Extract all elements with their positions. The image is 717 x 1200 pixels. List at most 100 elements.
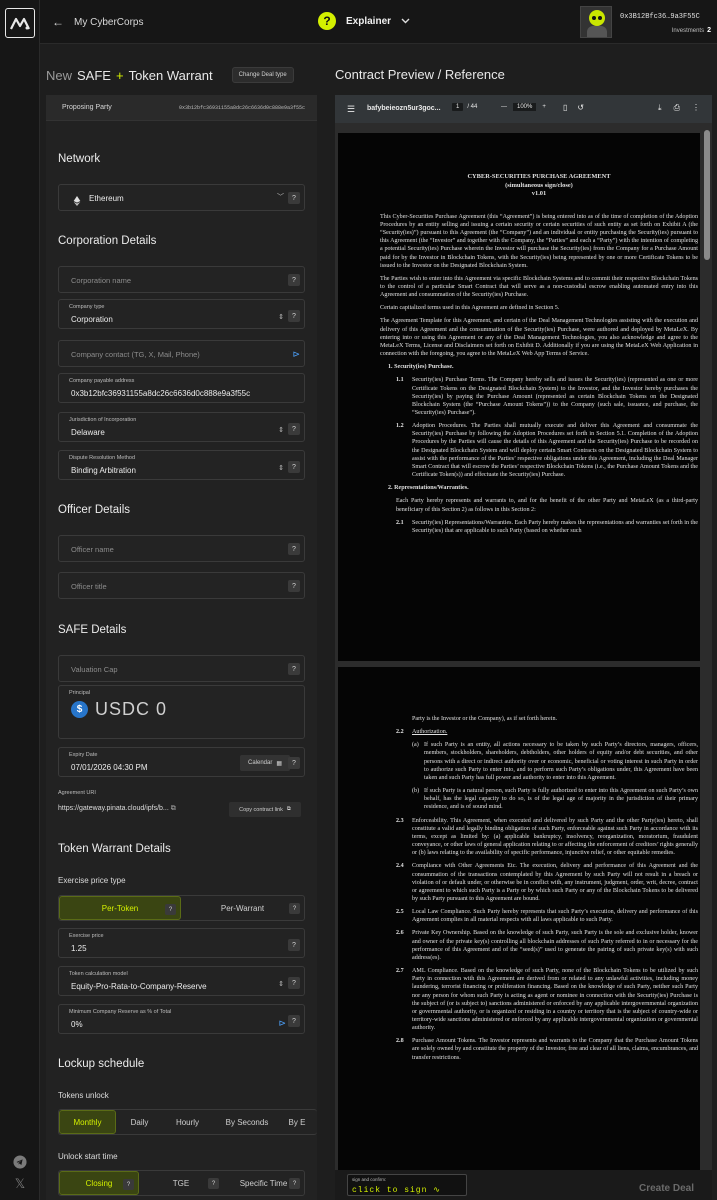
exercise-price-input[interactable]: Exercise price 1.25 ? [58,928,305,958]
account-address: 0x3B12Bfc36…9a3F55C [620,13,700,21]
unlock-start-time-label: Unlock start time [58,1152,118,1161]
zoom-out-icon[interactable]: — [501,104,507,110]
pdf-page-1: CYBER-SECURITIES PURCHASE AGREEMENT (sim… [338,133,700,661]
back-to-my-cybercorps[interactable]: ← My CyberCorps [52,15,143,29]
toggle-handle-icon[interactable]: ⊳ [292,349,300,360]
dispute-resolution-select[interactable]: Dispute Resolution Method Binding Arbitr… [58,450,305,480]
print-icon[interactable]: ⎙ [674,103,680,113]
network-title: Network [58,153,101,165]
help-icon[interactable]: ? [289,903,300,914]
help-icon[interactable]: ? [288,461,300,473]
page-indicator: 1 / 44 [452,103,477,111]
usdc-icon: $ [71,701,88,718]
corporation-details-title: Corporation Details [58,235,157,247]
avatar[interactable] [580,6,612,38]
external-link-icon[interactable]: ⧉ [171,805,176,812]
help-icon[interactable]: ? [123,1179,134,1190]
calendar-button[interactable]: Calendar ▦ [240,755,290,771]
doc-version: v1.01 [531,190,547,198]
officer-title-input[interactable]: Officer title ? [58,572,305,599]
doc-clause: 2.6 Private Key Ownership. Based on the k… [396,930,698,961]
x-twitter-icon[interactable]: 𝕏 [12,1176,28,1192]
valuation-cap-input[interactable]: Valuation Cap ? [58,655,305,682]
doc-clause: 2.3 Enforceability. This Agreement, when … [396,817,698,857]
start-tge-option[interactable]: TGE ? [139,1171,223,1195]
per-warrant-option[interactable]: Per-Warrant ? [181,896,304,920]
question-mark-icon: ? [318,12,336,30]
help-icon[interactable]: ? [288,977,300,989]
doc-title: CYBER-SECURITIES PURCHASE AGREEMENT [467,173,611,180]
help-icon[interactable]: ? [288,939,300,951]
help-icon[interactable]: ? [288,274,300,286]
new-label: New [46,67,73,83]
more-options-icon[interactable]: ⋮ [692,103,700,113]
help-icon[interactable]: ? [208,1178,219,1189]
proposing-party-row: Proposing Party 0x3b12bfc36931155a8dc26c… [46,95,317,121]
unlock-by-e-option[interactable]: By E [282,1110,312,1134]
safe-label: SAFE [77,67,111,83]
unlock-by-seconds-option[interactable]: By Seconds [212,1110,282,1134]
rotate-icon[interactable]: ↺ [577,103,584,112]
unlock-daily-option[interactable]: Daily [116,1110,163,1134]
help-icon[interactable]: ? [288,310,300,322]
start-specific-time-option[interactable]: Specific Time ? [223,1171,304,1195]
investments-count[interactable]: Investments 2 [672,27,711,34]
help-icon[interactable]: ? [288,757,300,769]
token-calculation-model-select[interactable]: Token calculation model Equity-Pro-Rata-… [58,966,305,996]
download-icon[interactable]: ⤓ [658,103,662,113]
doc-clause: 2.4 Compliance with Other Agreements Etc.… [396,863,698,902]
copy-contract-link-button[interactable]: Copy contract link ⧉ [229,802,301,817]
jurisdiction-select[interactable]: Jurisdiction of Incorporation Delaware ⇕… [58,412,305,442]
explainer-dropdown[interactable]: ? Explainer [318,12,410,30]
company-type-value: Corporation [71,315,113,324]
help-icon[interactable]: ? [288,192,300,204]
expiry-date-input[interactable]: Expiry Date 07/01/2026 04:30 PM Calendar… [58,747,305,777]
officer-name-input[interactable]: Officer name ? [58,535,305,562]
updown-arrows-icon: ⇕ [278,981,284,988]
start-closing-option[interactable]: Closing ? [59,1171,139,1195]
doc-clause: 2.2 Authorization. [396,729,448,736]
zoom-level[interactable]: 100% [513,103,537,111]
unlock-monthly-option[interactable]: Monthly [59,1110,116,1134]
minimum-company-reserve-input[interactable]: Minimum Company Reserve as % of Total 0%… [58,1004,305,1034]
sign-and-confirm-field[interactable]: sign and confirm: click to sign ∿ [347,1174,467,1196]
account-menu[interactable]: 0x3B12Bfc36…9a3F55C Investments 2 [580,6,711,38]
zoom-in-icon[interactable]: + [542,104,546,110]
pdf-page-2: Party is the Investor or the Company), a… [338,667,700,1200]
network-select[interactable]: Ethereum ﹀ ? [58,184,305,211]
help-icon[interactable]: ? [288,543,300,555]
company-type-select[interactable]: Company type Corporation ⇕ ? [58,299,305,329]
proposing-party-label: Proposing Party [62,104,112,111]
company-payable-value: 0x3b12bfc36931155a8dc26c6636d0c888e9a3f5… [71,389,251,398]
company-contact-input[interactable]: Company contact (TG, X, Mail, Phone) ⊳ [58,340,305,367]
fit-page-icon[interactable]: ▯ [563,103,567,112]
pdf-scrollbar[interactable] [704,130,710,260]
click-to-sign[interactable]: click to sign ∿ [352,1185,441,1195]
principal-label: Principal [69,690,91,696]
change-deal-type-button[interactable]: Change Deal type [231,67,294,83]
help-icon[interactable]: ? [288,423,300,435]
expiry-date-label: Expiry Date [69,752,98,758]
help-icon[interactable]: ? [289,1178,300,1189]
help-icon[interactable]: ? [288,1015,300,1027]
metalex-logo[interactable] [5,8,35,38]
doc-subclause: (a) If such Party is an entity, all actio… [412,742,698,781]
unlock-hourly-option[interactable]: Hourly [163,1110,212,1134]
menu-icon[interactable]: ☰ [347,104,355,115]
corporation-name-input[interactable]: Corporation name ? [58,266,305,293]
help-icon[interactable]: ? [165,904,176,915]
help-icon[interactable]: ? [288,663,300,675]
company-payable-address-input[interactable]: Company payable address 0x3b12bfc3693115… [58,373,305,403]
agreement-uri-value[interactable]: https://gateway.pinata.cloud/ipfs/b... ⧉ [58,805,176,813]
file-tools: ⤓ ⎙ ⋮ [658,103,700,113]
per-token-option[interactable]: Per-Token ? [59,896,181,920]
help-icon[interactable]: ? [288,580,300,592]
principal-input[interactable]: Principal $ USDC 0 [58,685,305,739]
updown-arrows-icon: ⇕ [278,314,284,321]
create-deal-button[interactable]: Create Deal [639,1183,694,1194]
exercise-price-type-toggle: Per-Token ? Per-Warrant ? [58,895,305,921]
toggle-handle-icon[interactable]: ⊳ [278,1018,286,1029]
telegram-icon[interactable] [12,1154,28,1170]
dispute-resolution-value: Binding Arbitration [71,466,136,475]
page-current-input[interactable]: 1 [452,103,464,111]
